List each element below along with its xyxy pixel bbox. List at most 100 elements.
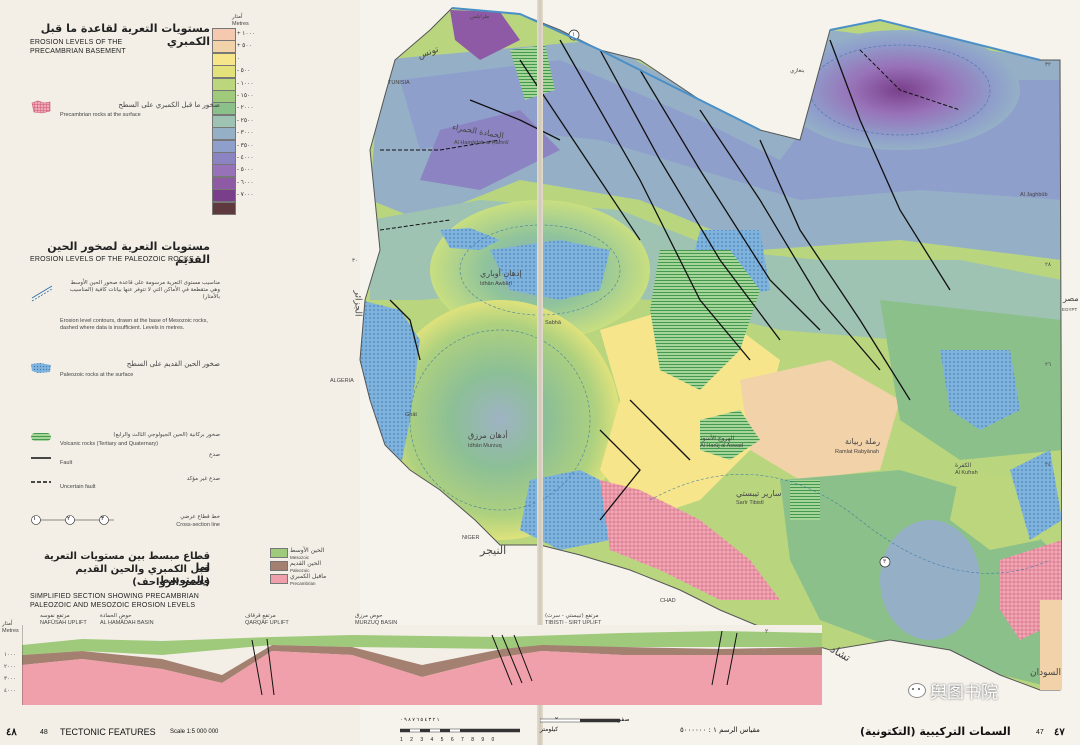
scale-swatch (212, 139, 236, 153)
label-tibisti-ar: سارير تيبستي (736, 489, 782, 498)
volcanic-ar: صخور بركانية (الحين الجيولوجي الثالث وال… (113, 432, 220, 438)
scale-swatch (212, 127, 236, 141)
label-tunisia-en: TUNISIA (388, 80, 410, 86)
label-sudan-ar: السودان (1030, 668, 1062, 678)
uncertain-fault-ar: صدع غير مؤكد (186, 476, 220, 482)
scale-swatch (212, 152, 236, 165)
place-tibisti-en: TIBISTI - SIRT UPLIFT (545, 620, 602, 626)
place-murzuq-en: MURZUQ BASIN (355, 620, 398, 626)
map-marker-3: ٣ (883, 559, 887, 565)
label-tarabulus-ar: طرابلس (470, 14, 490, 20)
section-title-en-1: SIMPLIFIED SECTION SHOWING PRECAMBRIAN (30, 593, 200, 600)
fault-ar: صدع (209, 452, 220, 458)
watermark-text: 舆图书院 (930, 683, 998, 703)
section-axis-en: Metres (2, 628, 19, 634)
cross-section (22, 625, 822, 705)
label-hamadah-en: Al Ḥamādah al Ḥamrā' (454, 140, 510, 146)
map-marker-1: ١ (572, 32, 576, 38)
scale-label: - ٣٠٠٠ (237, 130, 254, 137)
contour-swatch (31, 285, 53, 302)
place-nafusah-ar: مرتفع نفوسه (40, 613, 70, 619)
section-marker-3: ٣ (101, 516, 105, 522)
page-number-right-ar: ٤٧ (1054, 727, 1065, 738)
place-hamadah-en: AL ḤAMĀDAH BASIN (100, 620, 154, 626)
paleozoic-surface-ar: صخور الحين القديم على السطح (126, 360, 220, 368)
scale-label: - ٢٥٠٠ (237, 117, 254, 124)
uncertain-fault-en: Uncertain fault (60, 484, 96, 490)
label-rabyanah-en: Ramlat Rabyānah (835, 449, 880, 455)
section-title-ar-3: (عصر الزواحف) (132, 577, 210, 588)
label-kufrah-ar: الكفرة (955, 462, 972, 469)
section-tick-2: ٢٠٠٠ (4, 664, 16, 670)
lat-tick-26: ٢٦ (1045, 362, 1051, 368)
label-sabha-en: Sabhā (545, 320, 561, 326)
label-jaghbub-en: Al Jaghbūb (1020, 192, 1048, 198)
section-tick-1: ١٠٠٠ (4, 652, 16, 658)
scale-label: - ٦٠٠٠ (237, 179, 254, 186)
paleozoic-surface-en: Paleozoic rocks at the surface (60, 372, 134, 378)
place-murzuq-ar: حوض مرزق (355, 613, 383, 619)
scale-swatch (212, 114, 236, 128)
legend-precambrian-title-en-2: PRECAMBRIAN BASEMENT (30, 48, 126, 55)
scale-header-ar: أمتار (232, 14, 243, 20)
uncertain-fault-swatch (31, 481, 51, 483)
label-kufrah-en: Al Kufrah (955, 470, 978, 476)
place-tibisti-ar: مرتفع (تيبستي - سرت) (545, 613, 599, 619)
place-qarqaf-ar: مرتفع قرقاف (245, 613, 276, 619)
footer-scale-digits-ar: ١ ٢ ٣ ٤ ٥ ٦ ٧ ٨ ٩ ٠ (400, 717, 440, 723)
section-key-label-ar: ماقبل الكمبري (290, 573, 327, 580)
fault-en: Fault (60, 460, 73, 466)
footer: ٤٨ 48 TECTONIC FEATURES Scale 1:5 000 00… (0, 715, 1080, 745)
scale-label: - ٣٥٠٠ (237, 142, 254, 149)
place-qarqaf-en: QARQĀF UPLIFT (245, 620, 289, 626)
contours-en: Erosion level contours, drawn at the bas… (60, 318, 208, 331)
label-murzuq-ar: أدهان مرزق (468, 431, 508, 440)
scale-swatch (212, 52, 236, 66)
lat-tick-30: ٣٠ (352, 258, 358, 264)
scale-swatch (212, 164, 236, 178)
section-key-label-ar: الحين الأوسط (290, 547, 325, 554)
label-benghazi-ar: بنغازي (790, 68, 805, 74)
page-number-right: 47 (1036, 729, 1044, 736)
wechat-icon (908, 683, 926, 698)
precambrian-surface-swatch (31, 100, 51, 114)
section-tick-3: ٣٠٠٠ (4, 676, 16, 682)
precambrian-surface-en: Precambrian rocks at the surface (60, 112, 141, 118)
scale-label: - ٤٠٠٠ (237, 155, 254, 161)
atlas-spread: مستويات التعرية لقاعدة ما قبل الكمبري ER… (0, 0, 1080, 745)
section-line-en: Cross-section line (176, 522, 220, 528)
label-egypt-en: EGYPT (1062, 307, 1078, 312)
section-tick-4: ٤٠٠٠ (4, 688, 16, 694)
watermark: 舆图书院 (908, 678, 998, 703)
label-chad-en: CHAD (660, 598, 676, 604)
section-key-label-ar: الحين القديم (290, 560, 321, 567)
legend-paleozoic-title-en: EROSION LEVELS OF THE PALEOZOIC ROCKS (30, 256, 194, 263)
label-harwaj-en: Al Harūj al Aswad (700, 443, 744, 449)
footer-scale-ar: مقياس الرسم ١ : ٥٠٠٠٠٠٠ (680, 726, 760, 734)
section-title-en-2: PALEOZOIC AND MESOZOIC EROSION LEVELS (30, 602, 196, 609)
scale-label: - ١٥٠٠ (237, 93, 254, 99)
label-awbari-ar: إدهان أوباري (480, 269, 522, 278)
label-ghat-en: Ghāt (405, 412, 417, 418)
footer-title-en: TECTONIC FEATURES (60, 727, 156, 737)
footer-scale-digits: 1 2 3 4 5 6 7 8 9 0 (400, 737, 498, 743)
precambrian-surface-ar: صخور ما قبل الكمبري على السطح (118, 101, 220, 109)
scale-label: - ١٠٠٠ (237, 80, 254, 87)
paleozoic-surface-swatch (31, 363, 51, 373)
label-egypt-ar: مصر (1063, 294, 1079, 303)
scale-swatch (212, 201, 236, 215)
volcanic-swatch (31, 433, 51, 441)
label-niger-en: NIGER (462, 535, 480, 541)
section-marker-2: ٢ (67, 516, 71, 522)
scale-swatch (212, 65, 236, 79)
volcanic-en: Volcanic rocks (Tertiary and Quaternary) (60, 441, 159, 447)
footer-title-ar: السمات التركيبية (التكتونية) (860, 725, 1011, 738)
map-marker-2: ٢ (765, 629, 769, 635)
section-axis-ar: أمتار (2, 621, 13, 627)
section-line-swatch: ١ ٢ ٣ (30, 514, 120, 525)
lat-tick-32: ٣٢ (1045, 62, 1051, 68)
section-key-label-en: Precambrian (290, 581, 316, 586)
scale-label: - ٥٠٠٠ (237, 167, 254, 174)
scale-label: + ١٠٠٠ (237, 31, 256, 37)
label-harwaj-ar: الهروج الأسود (700, 435, 735, 442)
